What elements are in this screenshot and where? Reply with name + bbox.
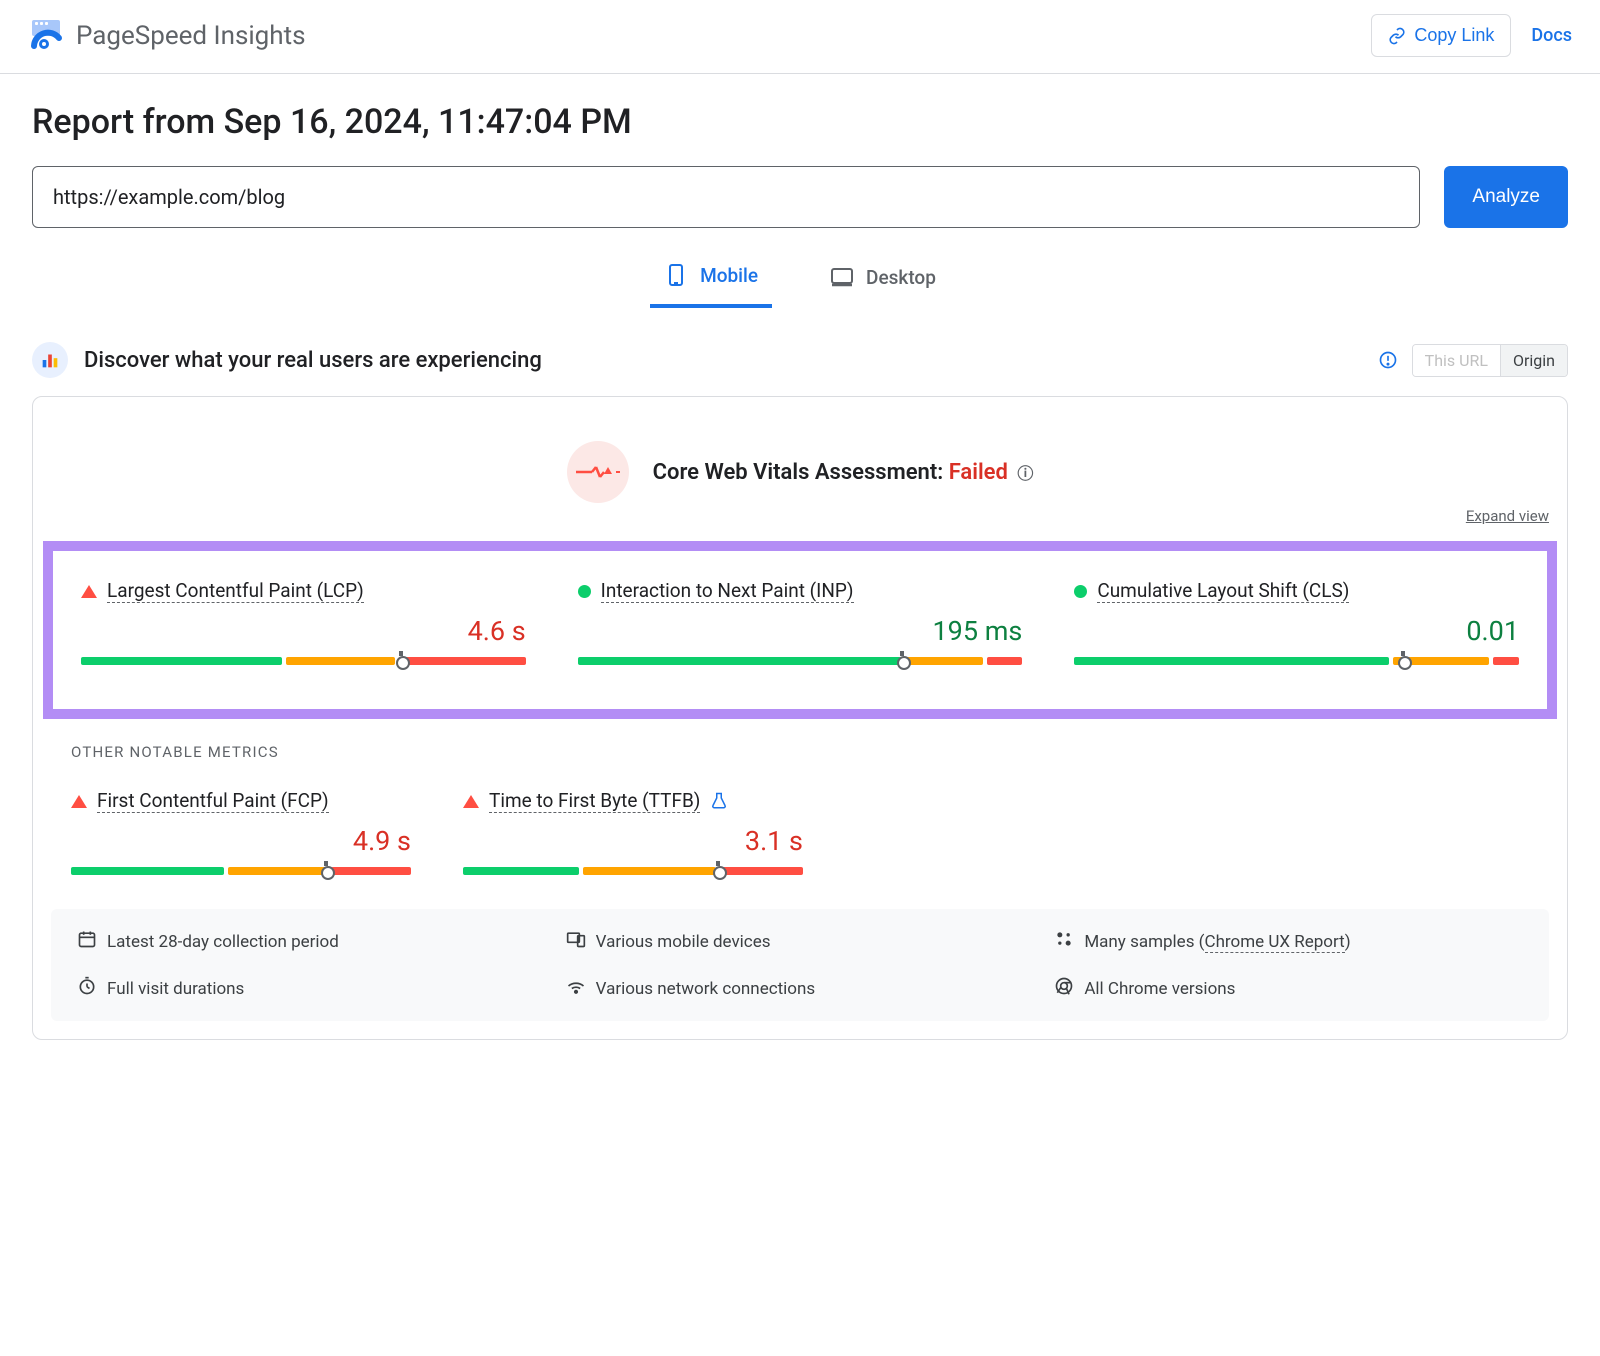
tab-desktop[interactable]: Desktop bbox=[816, 250, 950, 308]
metric-name[interactable]: Largest Contentful Paint (LCP) bbox=[107, 579, 364, 603]
mobile-icon bbox=[664, 260, 688, 290]
metric: Interaction to Next Paint (INP) 195 ms bbox=[578, 579, 1023, 665]
discover-title: Discover what your real users are experi… bbox=[84, 348, 542, 373]
footer-item: Various mobile devices bbox=[566, 929, 1035, 954]
metric-name[interactable]: Cumulative Layout Shift (CLS) bbox=[1097, 579, 1349, 603]
analyze-button[interactable]: Analyze bbox=[1444, 166, 1568, 228]
help-icon[interactable]: ⓘ bbox=[1013, 464, 1033, 483]
chrome-icon bbox=[1054, 976, 1074, 1001]
metric-value: 4.9 s bbox=[71, 825, 411, 857]
footer-item: Latest 28-day collection period bbox=[77, 929, 546, 954]
metric: First Contentful Paint (FCP) 4.9 s bbox=[71, 789, 411, 875]
tab-mobile-label: Mobile bbox=[700, 264, 758, 287]
copy-link-label: Copy Link bbox=[1414, 25, 1494, 46]
metric-value: 3.1 s bbox=[463, 825, 803, 857]
distribution-bar bbox=[71, 867, 411, 875]
seg-origin[interactable]: Origin bbox=[1500, 345, 1567, 376]
copy-link-button[interactable]: Copy Link bbox=[1371, 14, 1511, 57]
metric: Time to First Byte (TTFB) 3.1 s bbox=[463, 789, 803, 875]
expand-view-link[interactable]: Expand view bbox=[1466, 507, 1549, 525]
cwv-assessment-text: Core Web Vitals Assessment: Failed ⓘ bbox=[653, 460, 1034, 485]
footer-item: Various network connections bbox=[566, 976, 1035, 1001]
metric-name[interactable]: Time to First Byte (TTFB) bbox=[489, 789, 700, 813]
distribution-bar bbox=[81, 657, 526, 665]
marker-icon bbox=[1398, 651, 1408, 671]
marker-icon bbox=[396, 651, 406, 671]
flask-icon[interactable] bbox=[710, 792, 728, 810]
tab-desktop-label: Desktop bbox=[866, 266, 936, 289]
metric: Cumulative Layout Shift (CLS) 0.01 bbox=[1074, 579, 1519, 665]
metric-name[interactable]: First Contentful Paint (FCP) bbox=[97, 789, 329, 813]
metric-name[interactable]: Interaction to Next Paint (INP) bbox=[601, 579, 854, 603]
link-icon bbox=[1388, 27, 1406, 45]
url-input[interactable] bbox=[32, 166, 1420, 228]
metric-value: 4.6 s bbox=[81, 615, 526, 647]
scope-segmented: This URL Origin bbox=[1412, 344, 1568, 377]
calendar-icon bbox=[77, 929, 97, 954]
tab-mobile[interactable]: Mobile bbox=[650, 250, 772, 308]
devices-icon bbox=[566, 929, 586, 954]
core-metrics-highlight: Largest Contentful Paint (LCP) 4.6 s Int… bbox=[43, 541, 1557, 719]
marker-icon bbox=[897, 651, 907, 671]
crux-card: Core Web Vitals Assessment: Failed ⓘ Exp… bbox=[32, 396, 1568, 1040]
timer-icon bbox=[77, 976, 97, 1001]
cwv-status: Failed bbox=[949, 460, 1008, 485]
footer-item: Many samples (Chrome UX Report) bbox=[1054, 929, 1523, 954]
psi-logo-icon bbox=[28, 18, 64, 54]
marker-icon bbox=[321, 861, 331, 881]
app-title: PageSpeed Insights bbox=[76, 21, 306, 51]
distribution-bar bbox=[578, 657, 1023, 665]
seg-this-url[interactable]: This URL bbox=[1413, 345, 1500, 376]
footer-item: Full visit durations bbox=[77, 976, 546, 1001]
metric-value: 0.01 bbox=[1074, 615, 1519, 647]
docs-link[interactable]: Docs bbox=[1531, 25, 1572, 46]
metric-value: 195 ms bbox=[578, 615, 1023, 647]
status-dot-icon bbox=[1074, 585, 1087, 598]
info-icon[interactable] bbox=[1378, 350, 1398, 370]
network-icon bbox=[566, 976, 586, 1001]
other-metrics-title: OTHER NOTABLE METRICS bbox=[71, 743, 1529, 761]
footer-item: All Chrome versions bbox=[1054, 976, 1523, 1001]
metric: Largest Contentful Paint (LCP) 4.6 s bbox=[81, 579, 526, 665]
distribution-bar bbox=[1074, 657, 1519, 665]
cwv-badge-icon bbox=[567, 441, 629, 503]
distribution-bar bbox=[463, 867, 803, 875]
footer-link[interactable]: Chrome UX Report bbox=[1205, 932, 1345, 953]
status-dot-icon bbox=[578, 585, 591, 598]
status-triangle-icon bbox=[81, 585, 97, 598]
footer-info: Latest 28-day collection period Various m… bbox=[51, 909, 1549, 1021]
marker-icon bbox=[713, 861, 723, 881]
samples-icon bbox=[1054, 929, 1074, 954]
status-triangle-icon bbox=[463, 795, 479, 808]
crux-icon bbox=[32, 342, 68, 378]
report-heading: Report from Sep 16, 2024, 11:47:04 PM bbox=[32, 102, 1568, 142]
desktop-icon bbox=[830, 262, 854, 292]
status-triangle-icon bbox=[71, 795, 87, 808]
